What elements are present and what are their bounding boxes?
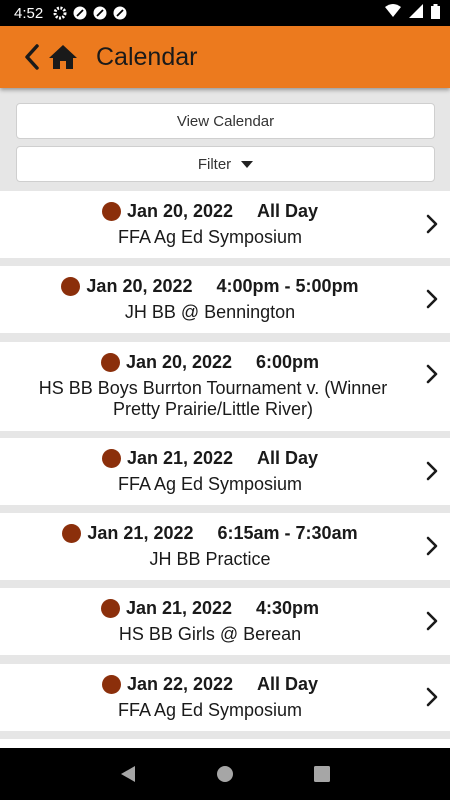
event-header: Jan 20, 2022 All Day xyxy=(0,200,420,222)
event-color-dot xyxy=(100,598,120,618)
event-header: Jan 21, 2022 All Day xyxy=(0,447,420,469)
event-time: 4:00pm - 5:00pm xyxy=(216,275,359,296)
wifi-icon xyxy=(385,4,401,22)
system-navigation-bar xyxy=(0,748,450,800)
chevron-right-icon xyxy=(424,461,440,481)
calendar-content[interactable]: View Calendar Filter Jan 20, 2022 All Da… xyxy=(0,88,450,748)
chevron-right-icon xyxy=(424,687,440,707)
view-calendar-button[interactable]: View Calendar xyxy=(16,103,435,139)
event-list-item[interactable]: Jan 21, 2022 All Day FFA Ag Ed Symposium xyxy=(0,438,450,505)
event-time: All Day xyxy=(257,447,319,468)
chevron-right-icon xyxy=(424,611,440,631)
event-time: All Day xyxy=(257,673,319,694)
chevron-right-icon xyxy=(424,289,440,309)
event-list-item[interactable]: Jan 21, 2022 4:30pm HS BB Girls @ Berean xyxy=(0,588,450,655)
nav-home-icon[interactable] xyxy=(213,762,237,786)
nav-recents-icon[interactable] xyxy=(310,762,334,786)
view-calendar-label: View Calendar xyxy=(176,112,275,130)
event-date: Jan 21, 2022 xyxy=(87,522,194,543)
nav-back-icon[interactable] xyxy=(116,762,140,786)
event-date: Jan 20, 2022 xyxy=(125,351,233,372)
event-color-dot xyxy=(61,276,81,296)
event-color-dot xyxy=(101,674,121,694)
event-header: Jan 22, 2022 All Day xyxy=(0,673,420,695)
event-date: Jan 22, 2022 xyxy=(126,673,234,694)
page-title: Calendar xyxy=(96,42,198,71)
event-name: HS BB Girls @ Berean xyxy=(118,624,302,644)
event-color-dot xyxy=(100,352,120,372)
event-list-item[interactable]: Jan 20, 2022 4:00pm - 5:00pm JH BB @ Ben… xyxy=(0,266,450,333)
event-date: Jan 20, 2022 xyxy=(86,275,193,296)
status-bar: 4:52 xyxy=(0,0,450,26)
event-color-dot xyxy=(62,523,82,543)
event-list-item[interactable]: Jan 20, 2022 All Day FFA Ag Ed Symposium xyxy=(0,191,450,258)
battery-icon xyxy=(431,3,440,23)
event-name: JH BB Practice xyxy=(149,549,271,569)
event-header: Jan 20, 2022 4:00pm - 5:00pm xyxy=(0,275,420,297)
event-name: JH BB @ Bennington xyxy=(124,302,296,322)
app-notification-icon xyxy=(73,6,87,20)
event-name: FFA Ag Ed Symposium xyxy=(117,700,303,720)
event-list-item[interactable]: Jan 22, 2022 All Day FFA Ag Ed Symposium xyxy=(0,664,450,731)
chevron-right-icon xyxy=(424,364,440,384)
event-date: Jan 20, 2022 xyxy=(126,200,234,221)
status-time: 4:52 xyxy=(14,4,44,22)
event-list-item[interactable]: Jan 20, 2022 6:00pm HS BB Boys Burrton T… xyxy=(0,342,450,431)
event-color-dot xyxy=(101,201,121,221)
back-chevron-icon[interactable] xyxy=(22,43,42,71)
event-time: 6:00pm xyxy=(256,351,320,372)
filter-label: Filter xyxy=(197,155,232,173)
app-notification-icon xyxy=(93,6,107,20)
event-name: FFA Ag Ed Symposium xyxy=(117,227,303,247)
event-time: 4:30pm xyxy=(256,597,320,618)
event-name: HS BB Boys Burrton Tournament v. (Winner… xyxy=(38,378,388,419)
caret-down-icon xyxy=(241,160,254,168)
settings-gear-icon xyxy=(53,6,67,20)
chevron-right-icon xyxy=(424,536,440,556)
event-name: FFA Ag Ed Symposium xyxy=(117,474,303,494)
app-bar: Calendar xyxy=(0,26,450,88)
event-time: 6:15am - 7:30am xyxy=(217,522,358,543)
event-date: Jan 21, 2022 xyxy=(126,447,234,468)
chevron-right-icon xyxy=(424,214,440,234)
cell-signal-icon xyxy=(409,4,423,22)
filter-button[interactable]: Filter xyxy=(16,146,435,182)
event-header: Jan 21, 2022 4:30pm xyxy=(0,597,420,619)
event-date: Jan 21, 2022 xyxy=(125,597,233,618)
event-list-item[interactable]: Jan 21, 2022 6:15am - 7:30am JH BB Pract… xyxy=(0,513,450,580)
event-header: Jan 20, 2022 6:00pm xyxy=(0,351,420,373)
event-header: Jan 21, 2022 6:15am - 7:30am xyxy=(0,522,420,544)
event-list-item-partial[interactable] xyxy=(0,739,450,748)
event-color-dot xyxy=(101,448,121,468)
event-time: All Day xyxy=(257,200,319,221)
app-notification-icon xyxy=(113,6,127,20)
home-icon[interactable] xyxy=(48,43,78,71)
